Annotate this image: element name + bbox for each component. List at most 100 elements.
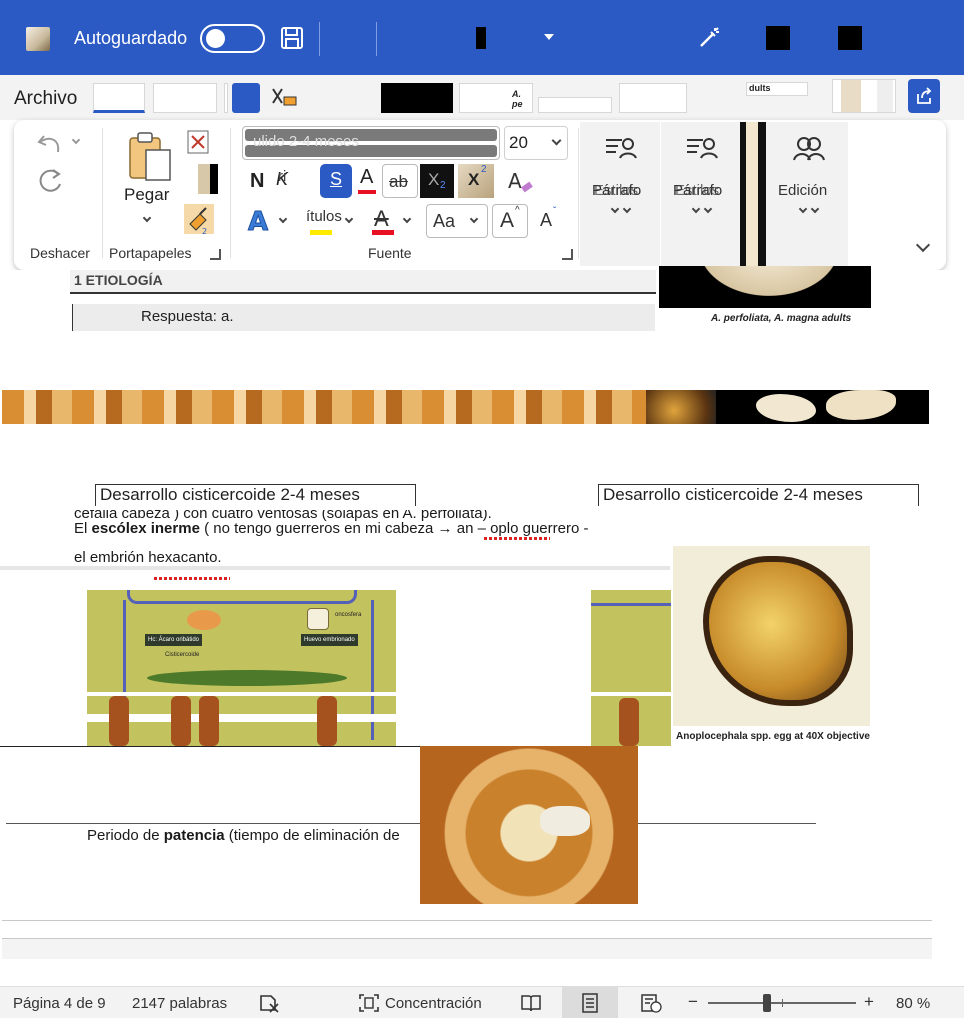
- font-size-combobox[interactable]: 20: [504, 126, 568, 160]
- read-mode-icon[interactable]: [520, 993, 542, 1013]
- egg-photo[interactable]: [673, 546, 870, 726]
- format-painter-icon[interactable]: 2: [182, 202, 216, 236]
- zoom-level[interactable]: 80 %: [896, 995, 930, 1012]
- editing-dropdown-icon: [798, 204, 808, 214]
- underline-glyph: S: [330, 169, 343, 189]
- change-case-dropdown-icon: [469, 214, 479, 224]
- document-thumbnail-icon[interactable]: [26, 27, 50, 51]
- title-dropdown-icon[interactable]: [544, 34, 554, 40]
- escolex-line: El escólex inerme ( no tengo guerreros e…: [74, 520, 588, 537]
- group-divider: [102, 128, 103, 258]
- share-button[interactable]: [908, 79, 940, 113]
- redo-icon[interactable]: [36, 166, 66, 196]
- document-canvas[interactable]: 1 ETIOLOGÍA Respuesta: a. A. perfoliata,…: [0, 266, 964, 986]
- superscript-glyph: X: [468, 170, 480, 189]
- strikethrough-button[interactable]: A: [356, 166, 378, 194]
- tab-diseño[interactable]: [538, 97, 612, 113]
- horse-leg-3: [199, 696, 219, 746]
- font-name-combobox[interactable]: ulido 2-4 meses: [242, 126, 500, 160]
- life-cycle-diagram[interactable]: Hc: Ácaro oribátido Huevo embrionado Cis…: [87, 590, 396, 746]
- paragraph-dropdown-icon: [610, 204, 620, 214]
- undo-dropdown-icon[interactable]: [71, 135, 81, 145]
- print-layout-icon: [582, 993, 598, 1013]
- text-effects-icon[interactable]: A: [246, 204, 276, 238]
- clear-formatting-icon[interactable]: A: [506, 166, 534, 196]
- change-case-button[interactable]: Aa: [426, 204, 488, 238]
- patencia-pre: Periodo de: [87, 827, 164, 844]
- tab-thumbnail[interactable]: A. pe: [459, 83, 533, 113]
- font-launcher-icon[interactable]: [562, 249, 573, 260]
- horizontal-rule: [0, 746, 420, 747]
- grow-font-button[interactable]: A ^: [492, 204, 528, 238]
- subscript-button[interactable]: X 2: [420, 164, 454, 198]
- subscript-glyph: X: [428, 170, 440, 189]
- bold-button[interactable]: N: [250, 170, 264, 193]
- focus-icon[interactable]: [358, 993, 380, 1013]
- zoom-slider-thumb[interactable]: [763, 994, 771, 1012]
- egg-drawing: [307, 608, 329, 630]
- styles-button[interactable]: Párrafo Estilos: [661, 122, 741, 266]
- egg-caption: Anoplocephala spp. egg at 40X objective: [676, 731, 870, 742]
- collapse-ribbon-icon[interactable]: [915, 237, 931, 253]
- title-redacted: [476, 27, 486, 49]
- horse-leg: [109, 696, 129, 746]
- tab-inicio[interactable]: [93, 83, 145, 113]
- font-color-glyph: A: [374, 206, 389, 231]
- comments-button[interactable]: [832, 79, 896, 113]
- answer-box: Respuesta: a.: [72, 304, 655, 331]
- clipboard-launcher-icon[interactable]: [210, 249, 221, 260]
- format-painter-tab-icon[interactable]: [270, 85, 300, 113]
- cut-icon[interactable]: [184, 128, 214, 156]
- font-size-dropdown-icon[interactable]: [551, 135, 562, 146]
- save-icon[interactable]: [280, 26, 304, 50]
- strike-ab-button[interactable]: ab: [382, 164, 418, 198]
- shrink-font-button[interactable]: A ˇ: [538, 206, 564, 236]
- print-layout-button[interactable]: [562, 987, 618, 1018]
- word-count[interactable]: 2147 palabras: [132, 995, 227, 1012]
- font-color-button[interactable]: A: [370, 204, 402, 238]
- superscript-button[interactable]: X 2: [458, 164, 494, 198]
- life-cycle-diagram-2[interactable]: [591, 590, 671, 746]
- paste-dropdown-icon[interactable]: [142, 213, 152, 223]
- boxed-title-right: Desarrollo cisticercoide 2-4 meses: [598, 484, 919, 506]
- font-color-dropdown-icon[interactable]: [402, 214, 412, 224]
- zoom-out-button[interactable]: −: [688, 992, 698, 1012]
- tab-archivo[interactable]: Archivo: [14, 88, 77, 110]
- page-indicator[interactable]: Página 4 de 9: [13, 995, 106, 1012]
- font-name-text: ulido 2-4 meses: [253, 133, 359, 150]
- underline-button[interactable]: S: [320, 164, 352, 198]
- word-window: Autoguardado Archivo A. pe dults Deshace…: [0, 0, 964, 1018]
- egg-closeup-photo[interactable]: [420, 746, 638, 904]
- maximize-icon[interactable]: [838, 26, 862, 50]
- page-gap: [2, 939, 932, 959]
- tab-dibujar[interactable]: [232, 83, 260, 113]
- adults-photo[interactable]: [659, 266, 871, 308]
- tab-insertar[interactable]: [153, 83, 217, 113]
- paste-button[interactable]: Pegar: [116, 128, 186, 238]
- minimize-icon[interactable]: [766, 26, 790, 50]
- editing-button[interactable]: Edición: [766, 122, 848, 266]
- copy-icon[interactable]: [184, 164, 218, 194]
- undo-icon[interactable]: [36, 130, 66, 158]
- tab-fragment[interactable]: dults: [746, 82, 808, 96]
- cycle-label-mite: Hc: Ácaro oribátido: [145, 634, 203, 646]
- proofing-icon[interactable]: [258, 993, 280, 1013]
- highlight-text: ítulos: [306, 208, 342, 225]
- zoom-in-button[interactable]: +: [864, 992, 874, 1012]
- web-layout-icon[interactable]: [640, 993, 662, 1013]
- paste-label: Pegar: [124, 185, 170, 204]
- text-effects-dropdown-icon[interactable]: [278, 214, 288, 224]
- strike-glyph: A: [360, 166, 374, 188]
- focus-mode-label[interactable]: Concentración: [385, 995, 482, 1012]
- egg-banner-strip: [2, 390, 646, 424]
- autosave-toggle[interactable]: [200, 24, 265, 53]
- horse-leg-5: [619, 698, 639, 746]
- paragraph-button[interactable]: Párrafo Estilos: [580, 122, 660, 266]
- editing-label: Edición: [778, 182, 828, 199]
- tab-referencias[interactable]: [619, 83, 687, 113]
- titlebar-divider: [319, 22, 320, 56]
- highlight-color-bar: [310, 230, 332, 235]
- subscript-2: 2: [440, 180, 446, 191]
- designer-wand-icon[interactable]: [697, 24, 723, 50]
- diagram-split: [87, 692, 396, 696]
